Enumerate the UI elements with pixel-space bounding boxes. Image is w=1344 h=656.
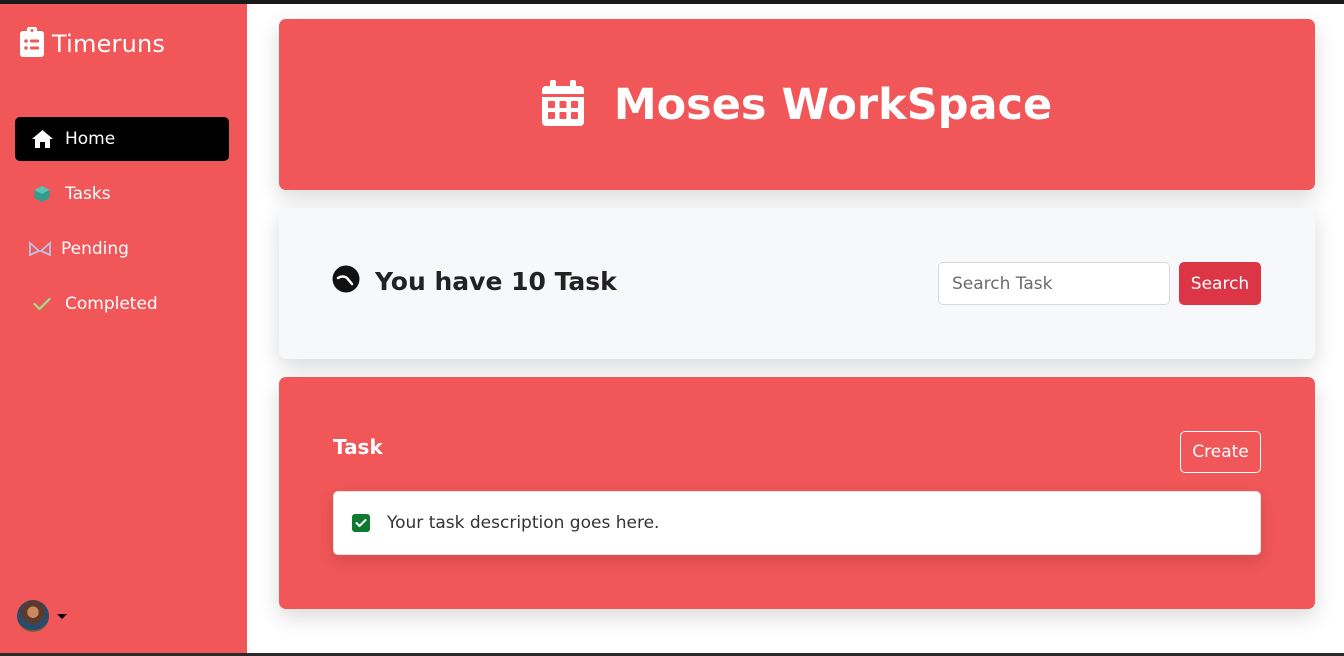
sidebar-item-pending[interactable]: Pending — [15, 227, 229, 271]
app-window: Timeruns Home Tasks Pending Completed Mo… — [0, 4, 1344, 653]
home-icon — [31, 128, 53, 150]
sidebar-item-label: Completed — [65, 294, 158, 314]
search-button[interactable]: Search — [1179, 262, 1261, 305]
chevron-down-icon[interactable] — [57, 613, 67, 619]
sidebar-item-completed[interactable]: Completed — [15, 282, 229, 326]
calendar-icon — [541, 79, 584, 130]
sidebar-item-label: Tasks — [65, 184, 111, 204]
hourglass-icon — [29, 238, 51, 260]
sidebar-nav: Home Tasks Pending Completed — [15, 117, 229, 337]
task-count: You have 10 Task — [332, 265, 617, 297]
create-task-button[interactable]: Create — [1180, 431, 1261, 473]
sidebar-item-label: Home — [65, 129, 116, 149]
task-list-panel: Task Create Your task description goes h… — [279, 377, 1315, 609]
task-section-heading: Task — [333, 435, 383, 459]
clipboard-list-icon — [20, 27, 44, 61]
avatar[interactable] — [17, 600, 49, 632]
page-title: Moses WorkSpace — [613, 79, 1053, 130]
sidebar-item-home[interactable]: Home — [15, 117, 229, 161]
task-description: Your task description goes here. — [387, 513, 660, 533]
sidebar-item-tasks[interactable]: Tasks — [15, 172, 229, 216]
task-count-text: You have 10 Task — [375, 266, 617, 296]
cube-icon — [31, 183, 53, 205]
sidebar-item-label: Pending — [61, 239, 129, 259]
list-item[interactable]: Your task description goes here. — [333, 491, 1261, 555]
check-icon — [31, 293, 53, 315]
search-input[interactable] — [938, 262, 1170, 305]
spinner-icon — [332, 265, 360, 297]
sidebar: Timeruns Home Tasks Pending Completed — [0, 4, 247, 653]
workspace-header: Moses WorkSpace — [279, 19, 1315, 190]
brand-name: Timeruns — [52, 30, 166, 58]
task-summary-panel: You have 10 Task Search — [279, 208, 1315, 359]
brand[interactable]: Timeruns — [20, 26, 165, 62]
profile-menu[interactable] — [17, 600, 67, 632]
task-checkbox[interactable] — [352, 514, 370, 532]
